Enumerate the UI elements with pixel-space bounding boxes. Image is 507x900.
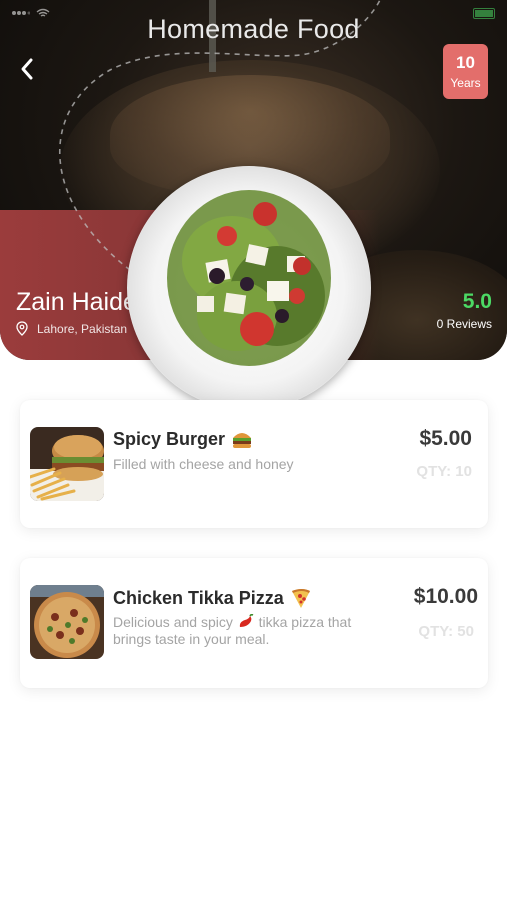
experience-label: Years xyxy=(450,76,481,90)
reviews-count[interactable]: 0 Reviews xyxy=(437,317,492,331)
menu-item-quantity: QTY: 50 xyxy=(418,623,474,640)
menu-item-thumbnail xyxy=(30,427,104,501)
rating-value: 5.0 xyxy=(462,290,492,313)
menu-item-card[interactable]: Spicy Burger Filled with cheese and hone… xyxy=(20,400,488,528)
page-title: Homemade Food xyxy=(147,14,360,44)
pizza-icon xyxy=(291,589,310,608)
menu-item-title: Chicken Tikka Pizza xyxy=(113,587,312,609)
burger-photo xyxy=(30,427,104,501)
menu-item-thumbnail xyxy=(30,585,104,659)
menu-item-title: Spicy Burger xyxy=(113,428,253,450)
chili-pepper-icon xyxy=(239,614,254,627)
experience-years: 10 xyxy=(456,53,475,72)
featured-dish-image xyxy=(127,166,371,410)
chevron-left-icon xyxy=(21,58,33,80)
menu-item-title-text: Spicy Burger xyxy=(113,428,226,449)
menu-item-description: Delicious and spicy tikka pizza that bri… xyxy=(113,614,393,648)
salad-illustration xyxy=(167,190,331,366)
back-button[interactable] xyxy=(12,52,42,86)
chef-location: Lahore, Pakistan xyxy=(16,321,127,336)
location-pin-icon xyxy=(16,321,28,336)
chef-name: Zain Haider xyxy=(16,288,146,316)
menu-item-description: Filled with cheese and honey xyxy=(113,456,294,472)
burger-icon xyxy=(233,433,252,448)
experience-badge: 10 Years xyxy=(443,44,488,99)
menu-item-card[interactable]: Chicken Tikka Pizza Delicious and spicy … xyxy=(20,558,488,688)
pizza-photo xyxy=(30,585,104,659)
location-text: Lahore, Pakistan xyxy=(37,321,128,336)
menu-item-price: $10.00 xyxy=(413,585,478,608)
menu-item-price: $5.00 xyxy=(419,427,472,450)
description-part-1: Delicious and spicy xyxy=(113,614,233,630)
menu-item-title-text: Chicken Tikka Pizza xyxy=(113,587,284,608)
menu-item-quantity: QTY: 10 xyxy=(416,463,472,480)
